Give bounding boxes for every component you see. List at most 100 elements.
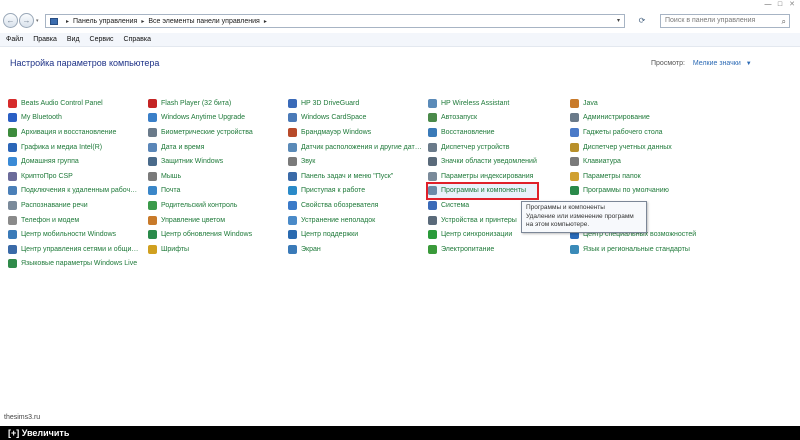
menu-help[interactable]: Справка	[124, 33, 151, 46]
history-dropdown-icon[interactable]: ▾	[36, 18, 39, 24]
sound-icon	[288, 157, 297, 167]
hp-driveguard-icon	[288, 98, 297, 108]
control-panel-item[interactable]: Распознавание речи	[8, 198, 138, 213]
control-panel-item[interactable]: Электропитание	[428, 242, 537, 257]
control-panel-item[interactable]: Автозапуск	[428, 111, 537, 126]
control-panel-item[interactable]: Beats Audio Control Panel	[8, 96, 138, 111]
control-panel-item[interactable]: Windows CardSpace	[288, 111, 422, 126]
view-selector[interactable]: Просмотр: Мелкие значки ▼	[651, 60, 752, 67]
control-panel-item[interactable]: Защитник Windows	[148, 154, 253, 169]
control-panel-item[interactable]: Почта	[148, 184, 253, 199]
control-panel-item[interactable]: Центр поддержки	[288, 227, 422, 242]
control-panel-item[interactable]: Дата и время	[148, 140, 253, 155]
control-panel-item[interactable]: Гаджеты рабочего стола	[570, 125, 696, 140]
control-panel-item[interactable]: Восстановление	[428, 125, 537, 140]
menu-edit[interactable]: Правка	[33, 33, 57, 46]
control-panel-item-label: Центр мобильности Windows	[21, 231, 117, 239]
control-panel-item[interactable]: Брандмауэр Windows	[288, 125, 422, 140]
control-panel-item-label: Программы по умолчанию	[583, 187, 669, 195]
control-panel-item[interactable]: Мышь	[148, 169, 253, 184]
gadgets-icon	[570, 127, 579, 137]
control-panel-item[interactable]: Подключения к удаленным рабоч…	[8, 184, 138, 199]
address-dropdown-icon[interactable]: ▾	[617, 17, 620, 24]
control-panel-item[interactable]: Графика и медиа Intel(R)	[8, 140, 138, 155]
cryptopro-icon	[8, 171, 17, 181]
control-panel-item-label: Шрифты	[161, 245, 190, 253]
control-panel-item[interactable]: Программы и компоненты	[426, 181, 539, 201]
control-panel-item[interactable]: Управление цветом	[148, 213, 253, 228]
color-management-icon	[148, 215, 157, 225]
control-panel-item-label: Beats Audio Control Panel	[21, 99, 103, 107]
breadcrumb-separator: ▸	[66, 18, 70, 25]
control-panel-item[interactable]: Свойства обозревателя	[288, 198, 422, 213]
control-panel-item-label: HP 3D DriveGuard	[301, 99, 360, 107]
control-panel-item-label: Экран	[301, 245, 321, 253]
control-panel-item[interactable]: Биометрические устройства	[148, 125, 253, 140]
menu-file[interactable]: Файл	[6, 33, 23, 46]
search-input[interactable]: Поиск в панели управления ⌕	[660, 14, 790, 28]
breadcrumb-control-panel[interactable]: Панель управления	[73, 18, 137, 25]
control-panel-item[interactable]: Значки области уведомлений	[428, 154, 537, 169]
control-panel-item[interactable]: Приступая к работе	[288, 184, 422, 199]
close-icon[interactable]: ✕	[786, 0, 798, 9]
control-panel-item[interactable]: Windows Anytime Upgrade	[148, 111, 253, 126]
hp-wireless-icon	[428, 98, 437, 108]
control-panel-item[interactable]: HP Wireless Assistant	[428, 96, 537, 111]
control-panel-item[interactable]: Шрифты	[148, 242, 253, 257]
control-panel-item-label: Электропитание	[441, 245, 495, 253]
control-panel-item[interactable]: Экран	[288, 242, 422, 257]
firewall-icon	[288, 127, 297, 137]
control-panel-item[interactable]: Язык и региональные стандарты	[570, 242, 696, 257]
menu-view[interactable]: Вид	[67, 33, 80, 46]
control-panel-item[interactable]: Датчик расположения и другие дат…	[288, 140, 422, 155]
control-panel-item[interactable]: Диспетчер устройств	[428, 140, 537, 155]
control-panel-item[interactable]: Звук	[288, 154, 422, 169]
control-panel-item[interactable]: Flash Player (32 бита)	[148, 96, 253, 111]
chevron-down-icon[interactable]: ▼	[746, 61, 752, 67]
control-panel-item-label: Параметры индексирования	[441, 172, 534, 180]
location-sensor-icon	[288, 142, 297, 152]
navigation-bar: ← → ▾ ▸ Панель управления ▸ Все элементы…	[0, 13, 800, 31]
address-bar[interactable]: ▸ Панель управления ▸ Все элементы панел…	[45, 14, 625, 28]
control-panel-item[interactable]: HP 3D DriveGuard	[288, 96, 422, 111]
control-panel-item[interactable]: Центр управления сетями и общи…	[8, 242, 138, 257]
control-panel-item[interactable]: Параметры папок	[570, 169, 696, 184]
control-panel-item-label: Система	[441, 201, 470, 209]
mail-icon	[148, 186, 157, 196]
control-panel-item[interactable]: Телефон и модем	[8, 213, 138, 228]
maximize-icon[interactable]: □	[774, 0, 786, 9]
mobility-center-icon	[8, 230, 17, 240]
page-title: Настройка параметров компьютера	[10, 58, 160, 68]
search-icon[interactable]: ⌕	[782, 16, 786, 28]
control-panel-item[interactable]: My Bluetooth	[8, 111, 138, 126]
control-panel-item-label: Windows CardSpace	[301, 114, 367, 122]
tooltip: Программы и компоненты Удаление или изме…	[521, 201, 647, 233]
back-button[interactable]: ←	[3, 13, 18, 28]
forward-button[interactable]: →	[19, 13, 34, 28]
control-panel-item[interactable]: Центр обновления Windows	[148, 227, 253, 242]
control-panel-item[interactable]: Устранение неполадок	[288, 213, 422, 228]
minimize-icon[interactable]: —	[762, 0, 774, 9]
devices-printers-icon	[428, 215, 437, 225]
breadcrumb-all-items[interactable]: Все элементы панели управления	[148, 18, 259, 25]
sync-center-icon	[428, 230, 437, 240]
control-panel-item[interactable]: Параметры индексирования	[428, 169, 537, 184]
control-panel-item[interactable]: КриптоПро CSP	[8, 169, 138, 184]
control-panel-item[interactable]: Языковые параметры Windows Live	[8, 257, 138, 272]
refresh-button[interactable]: ⟳	[629, 14, 655, 28]
enlarge-button[interactable]: [+] Увеличить	[0, 428, 69, 438]
control-panel-item[interactable]: Java	[570, 96, 696, 111]
control-panel-item[interactable]: Администрирование	[570, 111, 696, 126]
keyboard-icon	[570, 157, 579, 167]
control-panel-item[interactable]: Родительский контроль	[148, 198, 253, 213]
control-panel-item[interactable]: Панель задач и меню "Пуск"	[288, 169, 422, 184]
control-panel-item[interactable]: Клавиатура	[570, 154, 696, 169]
view-value[interactable]: Мелкие значки	[693, 60, 741, 67]
control-panel-item-label: Центр обновления Windows	[161, 231, 253, 239]
control-panel-item[interactable]: Программы по умолчанию	[570, 184, 696, 199]
menu-tools[interactable]: Сервис	[90, 33, 114, 46]
control-panel-item[interactable]: Диспетчер учетных данных	[570, 140, 696, 155]
control-panel-item[interactable]: Архивация и восстановление	[8, 125, 138, 140]
control-panel-item[interactable]: Домашняя группа	[8, 154, 138, 169]
control-panel-item[interactable]: Центр мобильности Windows	[8, 227, 138, 242]
